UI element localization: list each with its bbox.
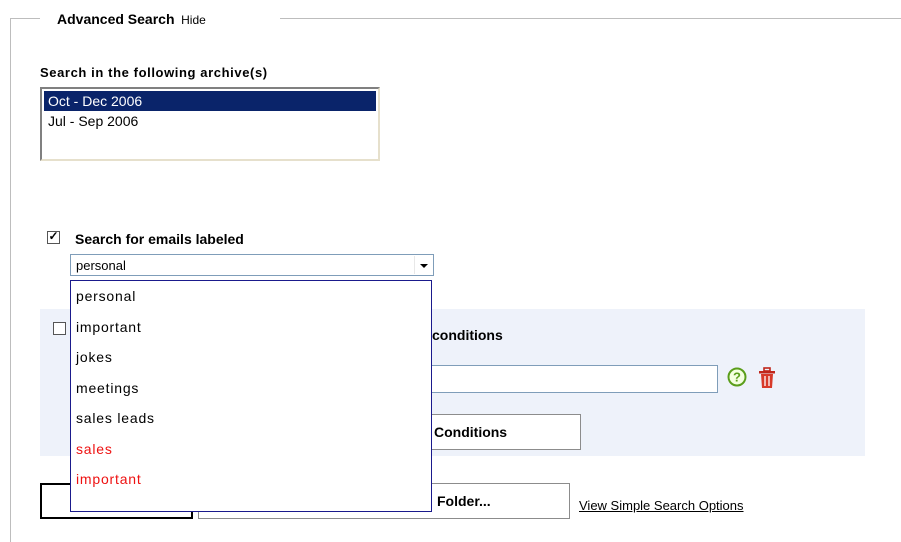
conditions-checkbox[interactable]	[53, 322, 66, 335]
condition-input[interactable]	[430, 365, 718, 393]
label-dropdown-list[interactable]: personal important jokes meetings sales …	[70, 280, 432, 512]
archive-item-jul-sep-2006[interactable]: Jul - Sep 2006	[44, 111, 376, 131]
chevron-down-icon[interactable]	[414, 256, 432, 274]
archive-item-oct-dec-2006[interactable]: Oct - Dec 2006	[44, 91, 376, 111]
dropdown-option-jokes[interactable]: jokes	[71, 342, 431, 373]
dropdown-option-important[interactable]: important	[71, 312, 431, 343]
fieldset-border-top-right	[280, 18, 901, 19]
advanced-search-title: Advanced Search	[57, 11, 175, 27]
conditions-label: conditions	[432, 327, 503, 343]
label-select-value: personal	[76, 258, 126, 273]
fieldset-border-left	[10, 18, 11, 542]
help-icon[interactable]: ?	[727, 367, 747, 387]
trash-icon[interactable]	[757, 367, 777, 389]
archive-label: Search in the following archive(s)	[40, 65, 268, 80]
view-simple-search-link[interactable]: View Simple Search Options	[579, 498, 744, 513]
svg-text:?: ?	[733, 370, 741, 385]
fieldset-border-top-left	[10, 18, 40, 19]
checkmark-icon: ✓	[48, 229, 59, 243]
dropdown-option-sales-leads[interactable]: sales leads	[71, 403, 431, 434]
dropdown-option-sales[interactable]: sales	[71, 434, 431, 465]
hide-link[interactable]: Hide	[181, 13, 206, 27]
dropdown-option-meetings[interactable]: meetings	[71, 373, 431, 404]
labeled-checkbox[interactable]: ✓	[47, 229, 60, 244]
advanced-search-legend: Advanced Search Hide	[57, 10, 206, 28]
dropdown-option-important-red[interactable]: important	[71, 464, 431, 495]
archive-listbox[interactable]: Oct - Dec 2006 Jul - Sep 2006	[40, 87, 380, 161]
dropdown-option-personal[interactable]: personal	[71, 281, 431, 312]
labeled-checkbox-label: Search for emails labeled	[75, 231, 244, 247]
label-select[interactable]: personal	[70, 254, 434, 276]
clear-conditions-button[interactable]: Conditions	[420, 414, 581, 450]
